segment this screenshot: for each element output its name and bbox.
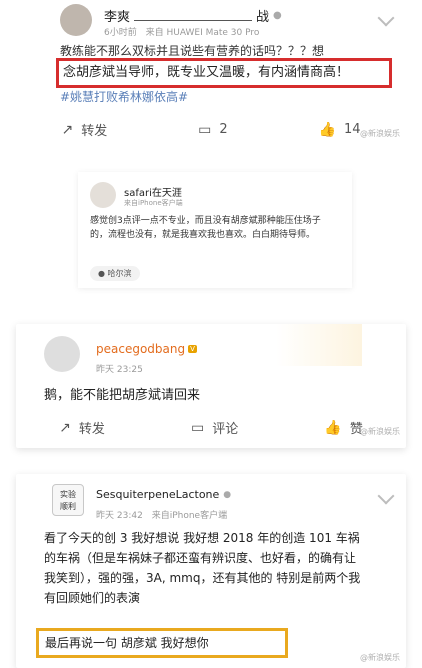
comment-button[interactable]: ▭ 2 [198,122,228,138]
user-avatar[interactable] [90,182,116,208]
level-icon: ● [273,10,282,21]
post-text-line1: 教练能不那么双标并且说些有营养的话吗？？？想 [60,44,325,56]
location-pin-icon: ● [98,269,105,278]
post-time: 昨天 23:25 [96,365,143,375]
like-button[interactable]: 👍 赞 [324,418,362,438]
repost-label: 转发 [81,124,108,139]
username[interactable]: peacegodbang [96,342,185,356]
user-avatar[interactable] [44,336,80,372]
post-meta: 6小时前 来自 HUAWEI Mate 30 Pro [104,25,259,38]
avatar-text-line2: 顺利 [60,502,76,511]
post-source: 来自iPhone客户端 [124,199,183,207]
post-text: 鹅，能不能把胡彦斌请回来 [44,388,201,403]
user-avatar[interactable]: 实验 顺利 [52,484,84,516]
repost-button[interactable]: ↗ 转发 [59,418,105,438]
username-row[interactable]: SesquiterpeneLactone ● [96,488,231,501]
comment-card: safari在天涯 来自iPhone客户端 感觉创3点评一点不专业，而且没有胡彦… [78,172,352,288]
repost-button[interactable]: ↗ 转发 [61,120,108,140]
highlighted-text: 最后再说一句 胡彦斌 我好想你 [36,628,288,658]
repost-icon: ↗ [59,419,71,436]
post-card-3: peacegodbang V 昨天 23:25 鹅，能不能把胡彦斌请回来 ↗ 转… [16,324,406,448]
username-row[interactable]: peacegodbang V [96,342,197,356]
username[interactable]: SesquiterpeneLactone [96,488,219,501]
location-label: 哈尔滨 [107,269,132,278]
chevron-down-icon[interactable] [377,9,395,27]
post-source: 来自iPhone客户端 [151,511,228,521]
username[interactable]: 李爽 [104,6,130,25]
comment-label: 评论 [212,422,239,437]
name-redaction-line [134,10,253,21]
watermark-text: @新浪娱乐 [360,427,400,436]
watermark-text: @新浪娱乐 [360,653,400,662]
comment-icon: ▭ [191,419,205,436]
username[interactable]: safari在天涯 [124,184,182,199]
post-card-4: 实验 顺利 SesquiterpeneLactone ● 昨天 23:42 来自… [16,474,406,668]
thumbs-up-icon: 👍 [318,121,336,138]
card-decoration [276,324,362,366]
highlighted-text: 念胡彦斌当导师，既专业又温暖，有内涵情商高！ [56,58,392,88]
repost-label: 转发 [78,422,105,437]
comment-icon: ▭ [198,121,212,138]
hashtag-link[interactable]: #姚慧打败希林娜依高# [60,88,188,105]
post-source: 来自 HUAWEI Mate 30 Pro [145,28,260,38]
repost-icon: ↗ [61,121,74,138]
post-time: 昨天 23:42 [96,511,143,521]
comment-count: 2 [219,122,228,137]
thumbs-up-icon: 👍 [324,419,342,436]
chevron-down-icon[interactable] [377,487,395,505]
watermark-text: @新浪娱乐 [360,129,400,138]
post-meta: 昨天 23:42 来自iPhone客户端 [96,508,227,521]
vip-badge-icon: V [188,345,197,353]
avatar-text-line1: 实验 [60,490,76,499]
level-icon: ● [223,489,232,500]
like-count: 14 [343,122,361,137]
username-row[interactable]: 李爽 战 ● [104,6,282,25]
comment-text: 感觉创3点评一点不专业，而且没有胡彦斌那种能压住场子的，流程也没有，就是我喜欢我… [90,216,321,240]
post-text: 看了今天的创 3 我好想说 我好想 2018 年的创造 101 车祸的车祸（但是… [44,531,361,605]
post-time: 6小时前 [104,28,137,38]
post-card-1: 李爽 战 ● 6小时前 来自 HUAWEI Mate 30 Pro 教练能不那么… [16,0,406,150]
user-avatar[interactable] [60,4,92,36]
like-button[interactable]: 👍 14 [319,122,361,138]
comment-button[interactable]: ▭ 评论 [191,418,239,438]
username-suffix: 战 [256,10,270,25]
location-tag[interactable]: ● 哈尔滨 [90,266,140,281]
